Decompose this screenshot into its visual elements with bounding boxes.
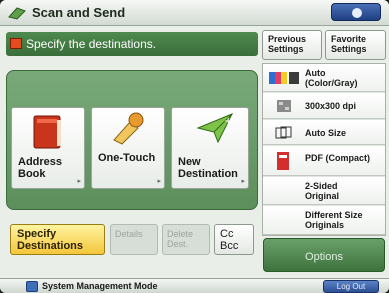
- cc-bcc-button[interactable]: Cc Bcc: [214, 224, 254, 255]
- favorite-settings-label: Favorite Settings: [331, 34, 367, 54]
- auto-size-icon: [275, 126, 292, 139]
- options-label: Options: [305, 251, 343, 263]
- resolution-setting[interactable]: 300x300 dpi: [263, 93, 385, 119]
- instruction-bar: Specify the destinations.: [6, 32, 258, 56]
- format-label: PDF (Compact): [305, 153, 370, 163]
- details-button[interactable]: Details: [110, 224, 158, 255]
- paper-plane-icon: +: [196, 113, 234, 144]
- cc-bcc-label: Cc Bcc: [220, 228, 239, 252]
- scan-send-icon: [8, 7, 26, 20]
- instruction-text: Specify the destinations.: [26, 37, 157, 51]
- resolution-icon: [277, 100, 291, 112]
- one-touch-button[interactable]: One-Touch ▸: [91, 107, 165, 189]
- delete-dest-button[interactable]: Delete Dest.: [162, 224, 210, 255]
- address-book-button[interactable]: Address Book ▸: [11, 107, 85, 189]
- flag-icon: [10, 38, 22, 49]
- dot-icon: [352, 8, 362, 18]
- new-destination-label: New Destination: [178, 156, 238, 180]
- new-destination-button[interactable]: + New Destination ▸: [171, 107, 249, 189]
- destination-panel: Address Book ▸ One-Touch ▸ + New Destina…: [6, 70, 258, 210]
- specify-destinations-button[interactable]: Specify Destinations: [10, 224, 105, 255]
- touch-icon: [113, 112, 144, 145]
- two-sided-setting[interactable]: 2-Sided Original: [263, 177, 385, 205]
- one-touch-label: One-Touch: [98, 152, 156, 164]
- system-icon: [26, 281, 38, 292]
- color-setting-label: Auto (Color/Gray): [305, 68, 358, 88]
- resolution-label: 300x300 dpi: [305, 101, 357, 111]
- different-size-label: Different Size Originals: [305, 210, 363, 230]
- address-book-label: Address Book: [18, 156, 63, 180]
- format-setting[interactable]: PDF (Compact): [263, 146, 385, 176]
- svg-text:+: +: [224, 116, 232, 127]
- status-bar: System Management Mode Log Out: [0, 278, 389, 293]
- title-bar: Scan and Send: [0, 0, 389, 26]
- log-out-button[interactable]: Log Out: [323, 280, 379, 293]
- pdf-icon: [277, 152, 289, 170]
- size-setting[interactable]: Auto Size: [263, 120, 385, 145]
- color-setting[interactable]: Auto (Color/Gray): [263, 64, 385, 92]
- previous-settings-tab[interactable]: Previous Settings: [262, 30, 322, 60]
- corner-arrow-icon: ▸: [77, 178, 81, 185]
- color-mode-icon: [269, 72, 299, 84]
- specify-destinations-label: Specify Destinations: [17, 228, 84, 252]
- different-size-setting[interactable]: Different Size Originals: [263, 206, 385, 235]
- screen: Scan and Send Specify the destinations. …: [0, 0, 389, 293]
- details-label: Details: [115, 229, 143, 239]
- status-text: System Management Mode: [42, 281, 158, 291]
- previous-settings-label: Previous Settings: [268, 34, 307, 54]
- size-label: Auto Size: [305, 128, 347, 138]
- book-icon: [33, 115, 61, 149]
- favorite-settings-tab[interactable]: Favorite Settings: [325, 30, 386, 60]
- corner-arrow-icon: ▸: [241, 178, 245, 185]
- title-action-button[interactable]: [331, 3, 381, 21]
- window-title: Scan and Send: [32, 5, 126, 20]
- corner-arrow-icon: ▸: [157, 178, 161, 185]
- options-button[interactable]: Options: [263, 238, 385, 272]
- two-sided-label: 2-Sided Original: [305, 181, 340, 201]
- log-out-label: Log Out: [336, 282, 366, 291]
- delete-dest-label: Delete Dest.: [167, 229, 194, 249]
